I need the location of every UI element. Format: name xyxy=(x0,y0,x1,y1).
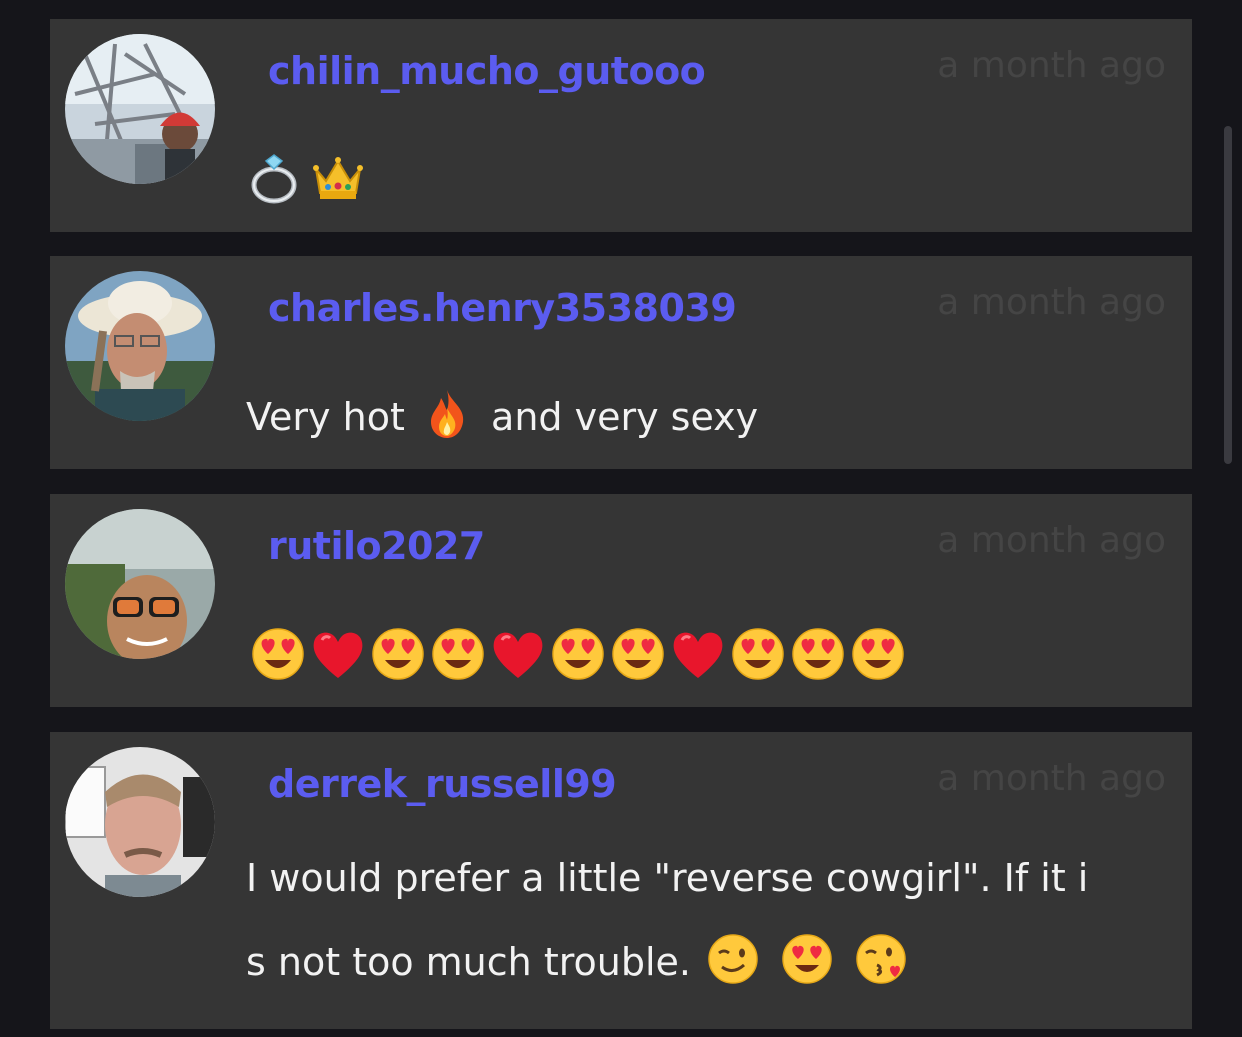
timestamp: a month ago xyxy=(937,282,1166,323)
winking-face-emoji xyxy=(707,933,761,987)
crown-emoji xyxy=(310,149,370,205)
heart-eyes-emoji xyxy=(550,626,610,682)
heart-eyes-emoji xyxy=(610,626,670,682)
comment-text-line: s not too much trouble. xyxy=(246,920,1166,1004)
heart-eyes-emoji xyxy=(250,626,310,682)
comment-body xyxy=(250,626,910,682)
timestamp: a month ago xyxy=(937,758,1166,799)
username[interactable]: chilin_mucho_gutooo xyxy=(268,49,706,93)
avatar[interactable] xyxy=(65,271,215,421)
comment-text: s not too much trouble. xyxy=(246,940,691,984)
avatar[interactable] xyxy=(65,747,215,897)
username[interactable]: charles.henry3538039 xyxy=(268,286,737,330)
red-heart-emoji xyxy=(310,626,370,682)
heart-eyes-emoji xyxy=(790,626,850,682)
comment-text: and very sexy xyxy=(491,395,759,439)
comment-card: derrek_russell99 a month ago I would pre… xyxy=(50,732,1192,1029)
fire-emoji xyxy=(421,388,475,442)
comments-feed: chilin_mucho_gutooo a month ago charles.… xyxy=(0,0,1242,1037)
comment-text: Very hot xyxy=(246,395,405,439)
ring-emoji xyxy=(250,149,310,205)
username[interactable]: derrek_russell99 xyxy=(268,762,617,806)
heart-eyes-emoji xyxy=(730,626,790,682)
red-heart-emoji xyxy=(670,626,730,682)
comment-card: charles.henry3538039 a month ago Very ho… xyxy=(50,256,1192,469)
comment-text: I would prefer a little "reverse cowgirl… xyxy=(246,856,1089,900)
timestamp: a month ago xyxy=(937,520,1166,561)
comment-card: rutilo2027 a month ago xyxy=(50,494,1192,707)
red-heart-emoji xyxy=(490,626,550,682)
timestamp: a month ago xyxy=(937,45,1166,86)
comment-body: I would prefer a little "reverse cowgirl… xyxy=(246,836,1166,1004)
scrollbar[interactable] xyxy=(1224,126,1232,464)
heart-eyes-emoji xyxy=(850,626,910,682)
avatar[interactable] xyxy=(65,509,215,659)
comment-body: Very hot and very sexy xyxy=(246,388,758,442)
avatar[interactable] xyxy=(65,34,215,184)
face-blowing-kiss-emoji xyxy=(855,933,909,987)
heart-eyes-emoji xyxy=(781,933,835,987)
comment-body xyxy=(250,149,370,205)
comment-card: chilin_mucho_gutooo a month ago xyxy=(50,19,1192,232)
heart-eyes-emoji xyxy=(430,626,490,682)
username[interactable]: rutilo2027 xyxy=(268,524,485,568)
heart-eyes-emoji xyxy=(370,626,430,682)
